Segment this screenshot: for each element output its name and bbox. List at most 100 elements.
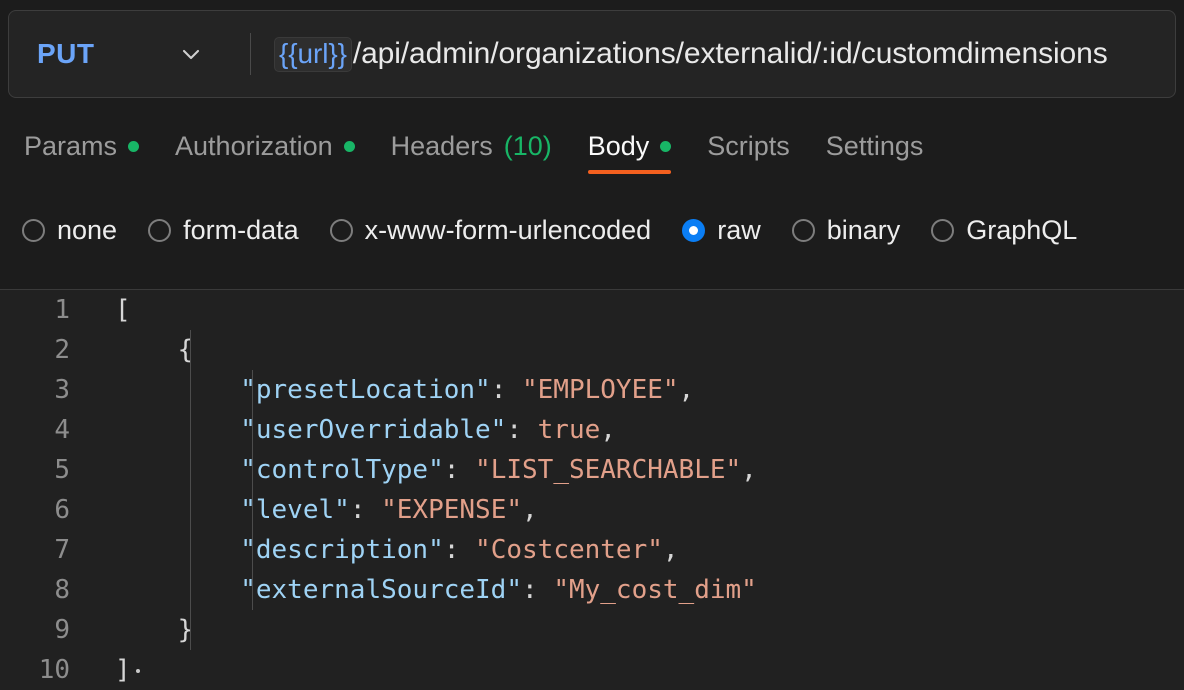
indent-guide xyxy=(252,450,253,490)
code-line-text: { xyxy=(74,330,1184,370)
status-dot-icon xyxy=(343,140,355,152)
radio-icon[interactable] xyxy=(22,218,45,242)
body-type-form-data[interactable]: form-data xyxy=(148,215,299,246)
http-method-selector[interactable]: PUT xyxy=(9,11,250,97)
code-token: , xyxy=(678,375,695,405)
indent-guide xyxy=(252,410,253,450)
line-number: 3 xyxy=(54,375,70,405)
tab-authorization[interactable]: Authorization xyxy=(157,120,373,172)
code-line[interactable]: 7 "description": "Costcenter", xyxy=(0,530,1184,570)
tab-settings-label: Settings xyxy=(825,130,924,161)
line-number: 10 xyxy=(38,655,70,685)
line-number: 6 xyxy=(54,495,70,525)
tab-params[interactable]: Params xyxy=(6,120,157,172)
radio-icon[interactable] xyxy=(148,218,172,242)
code-lines: 1[2 {3 "presetLocation": "EMPLOYEE", 4 "u… xyxy=(0,290,1184,690)
code-line-text: } xyxy=(74,610,1184,650)
body-type-binary-label: binary xyxy=(826,214,901,245)
code-line[interactable]: 5 "controlType": "LIST_SEARCHABLE", xyxy=(0,450,1184,490)
code-line[interactable]: 2 { xyxy=(0,330,1184,370)
tab-headers-count: (10) xyxy=(503,130,552,161)
code-line[interactable]: 3 "presetLocation": "EMPLOYEE", xyxy=(0,370,1184,410)
body-type-raw[interactable]: raw xyxy=(682,215,761,246)
code-line-text: "userOverridable": true, xyxy=(74,410,1184,450)
code-token: "controlType" xyxy=(115,455,444,485)
code-token: , xyxy=(522,495,538,525)
code-line[interactable]: 6 "level": "EXPENSE", xyxy=(0,490,1184,530)
body-type-x-www-form-urlencoded-label: x-www-form-urlencoded xyxy=(364,214,652,245)
request-tabs: Params Authorization Headers (10) Body S… xyxy=(0,120,1184,182)
code-token: "presetLocation" xyxy=(115,375,491,405)
radio-icon[interactable] xyxy=(791,218,815,242)
url-text: {{url}}/api/admin/organizations/external… xyxy=(274,36,1108,72)
code-token: : xyxy=(443,455,476,485)
tab-params-label: Params xyxy=(24,130,118,161)
code-token: "EMPLOYEE" xyxy=(522,375,679,405)
text-cursor xyxy=(135,668,140,673)
radio-icon[interactable] xyxy=(329,218,353,242)
code-line-text: [ xyxy=(74,290,1184,330)
body-type-none[interactable]: none xyxy=(22,215,117,246)
tab-authorization-label: Authorization xyxy=(175,130,333,161)
code-token: true xyxy=(537,415,601,445)
body-type-x-www-form-urlencoded[interactable]: x-www-form-urlencoded xyxy=(329,214,652,246)
code-line[interactable]: 8 "externalSourceId": "My_cost_dim" xyxy=(0,570,1184,610)
code-line[interactable]: 4 "userOverridable": true, xyxy=(0,410,1184,450)
line-number: 5 xyxy=(54,455,70,485)
code-token: : xyxy=(443,535,476,565)
url-path-text: /api/admin/organizations/externalid/:id/… xyxy=(352,37,1108,70)
indent-guide xyxy=(252,570,253,610)
code-line[interactable]: 1[ xyxy=(0,290,1184,330)
tab-scripts[interactable]: Scripts xyxy=(689,120,808,172)
code-line-text: "level": "EXPENSE", xyxy=(74,490,1184,530)
request-url-bar: PUT {{url}}/api/admin/organizations/exte… xyxy=(8,10,1176,98)
radio-icon[interactable] xyxy=(931,218,955,242)
code-line-text: "description": "Costcenter", xyxy=(74,530,1184,570)
line-number: 7 xyxy=(54,535,70,565)
code-line-text: "externalSourceId": "My_cost_dim" xyxy=(74,570,1184,610)
code-line-text: "presetLocation": "EMPLOYEE", xyxy=(74,370,1184,410)
code-token: , xyxy=(600,415,616,445)
indent-guide xyxy=(252,490,253,530)
indent-guide xyxy=(190,450,191,490)
body-type-binary[interactable]: binary xyxy=(791,214,901,246)
code-token: "userOverridable" xyxy=(115,415,507,445)
body-type-graphql[interactable]: GraphQL xyxy=(931,215,1077,246)
code-token: [ xyxy=(115,295,131,325)
code-line[interactable]: 10] xyxy=(0,650,1184,690)
url-variable-chip[interactable]: {{url}} xyxy=(274,36,352,72)
code-token: : xyxy=(490,375,522,405)
indent-guide xyxy=(190,410,191,450)
body-type-none-label: none xyxy=(57,214,118,245)
code-token: , xyxy=(662,535,679,565)
indent-guide xyxy=(252,530,253,570)
body-type-form-data-label: form-data xyxy=(183,214,299,245)
tab-body[interactable]: Body xyxy=(570,120,690,174)
code-token: "EXPENSE" xyxy=(381,495,523,525)
http-method-label: PUT xyxy=(37,38,95,69)
tab-body-label: Body xyxy=(587,130,650,161)
code-token: ] xyxy=(115,655,131,685)
line-number: 1 xyxy=(54,295,70,325)
radio-selected-icon[interactable] xyxy=(682,218,706,242)
line-number: 8 xyxy=(54,575,70,605)
code-token: : xyxy=(349,495,382,525)
tab-settings[interactable]: Settings xyxy=(808,120,942,172)
body-type-radio-group: none form-data x-www-form-urlencoded raw… xyxy=(0,200,1184,260)
indent-guide xyxy=(252,370,253,410)
chevron-down-icon xyxy=(180,43,202,65)
code-line[interactable]: 9 } xyxy=(0,610,1184,650)
request-body-editor[interactable]: 1[2 {3 "presetLocation": "EMPLOYEE", 4 "u… xyxy=(0,290,1184,690)
url-input[interactable]: {{url}}/api/admin/organizations/external… xyxy=(251,11,1175,97)
code-line-text: ] xyxy=(74,650,1184,690)
code-line-text: "controlType": "LIST_SEARCHABLE", xyxy=(74,450,1184,490)
code-token: "Costcenter" xyxy=(475,535,663,565)
status-dot-icon xyxy=(660,140,672,152)
tab-headers-label: Headers xyxy=(390,130,493,161)
line-number: 2 xyxy=(54,335,70,365)
code-token: , xyxy=(741,455,757,485)
code-token: "LIST_SEARCHABLE" xyxy=(475,455,742,485)
line-number: 9 xyxy=(54,615,70,645)
code-token: : xyxy=(522,575,554,605)
tab-headers[interactable]: Headers (10) xyxy=(373,120,570,172)
